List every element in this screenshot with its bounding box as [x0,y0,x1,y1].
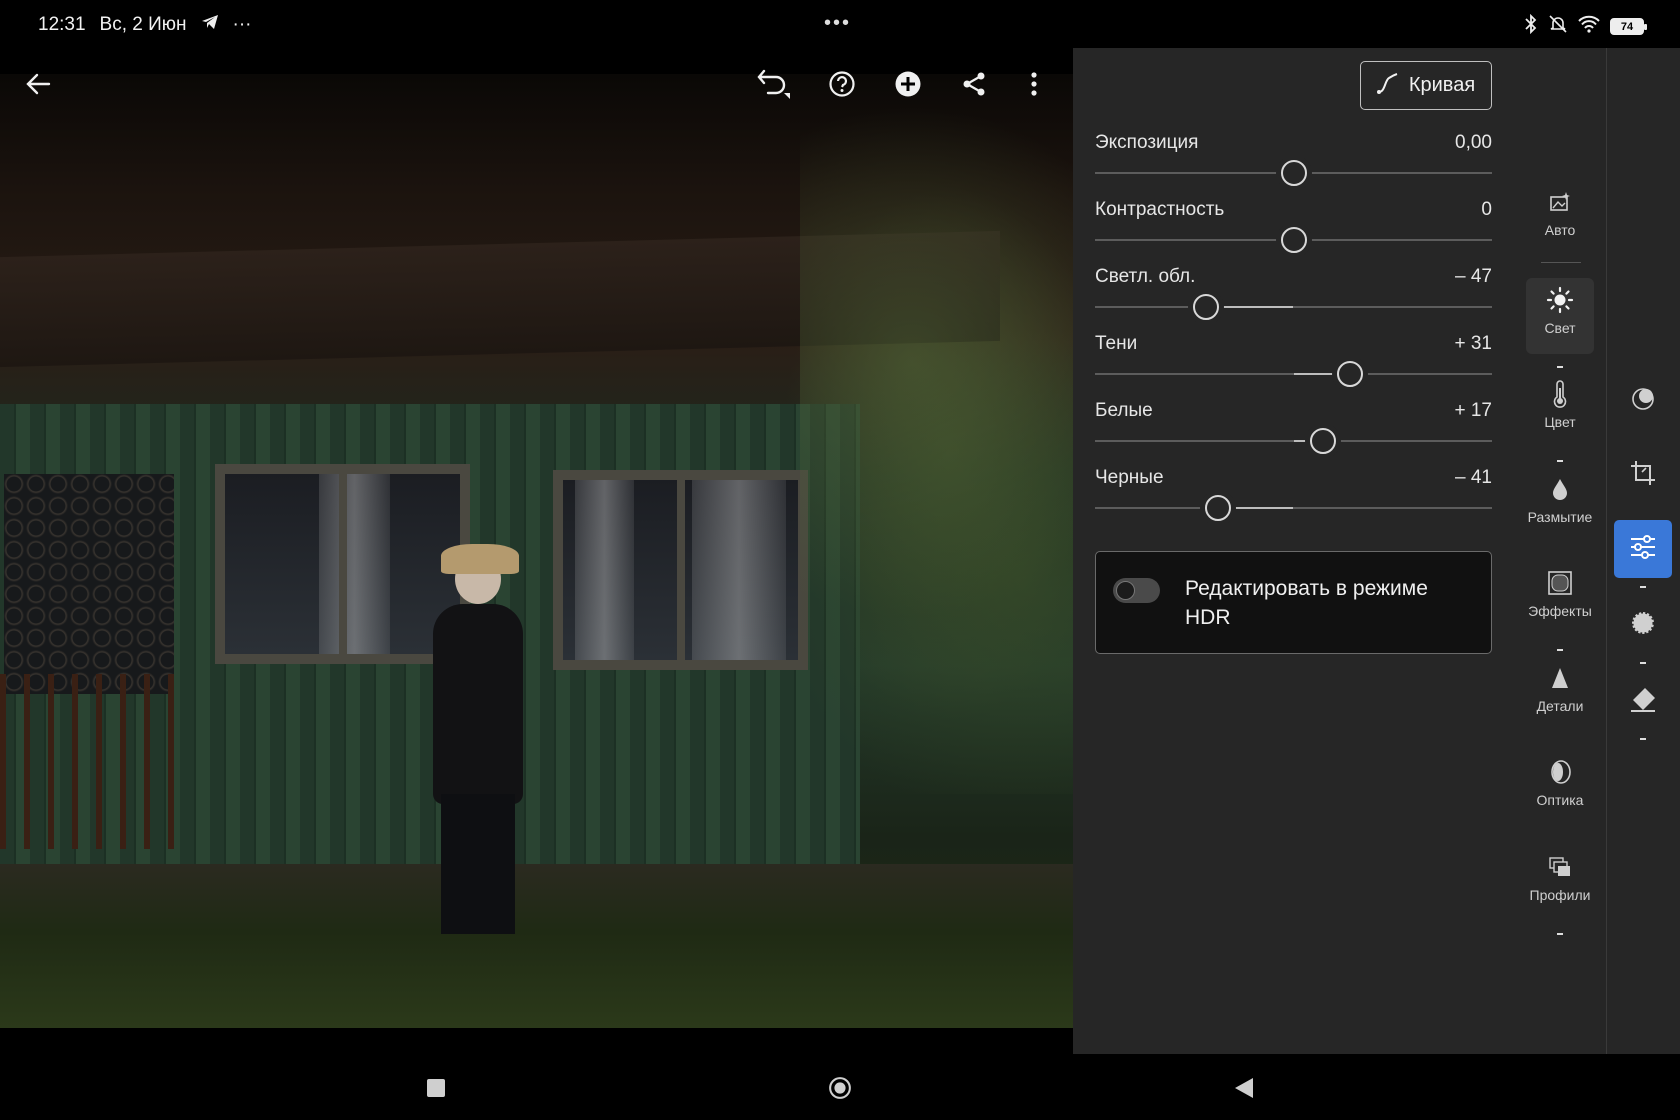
slider-value: + 17 [1454,400,1492,421]
category-optics[interactable]: Оптика [1526,750,1594,826]
category-label: Эффекты [1528,603,1592,619]
slider-knob[interactable] [1205,495,1232,521]
triangle-icon [1550,664,1570,692]
hdr-label: Редактировать в режиме HDR [1185,577,1428,629]
category-profiles[interactable]: Профили [1526,845,1594,935]
curve-icon [1376,72,1399,100]
profiles-icon [1548,853,1572,881]
effects-icon [1547,569,1573,597]
curve-button[interactable]: Кривая [1360,61,1492,110]
slider-label: Экспозиция [1095,132,1199,153]
slider-knob[interactable] [1310,428,1337,454]
slider-highlights[interactable]: Светл. обл. – 47 [1095,266,1492,326]
auto-icon [1549,188,1571,216]
slider-label: Контрастность [1095,199,1225,220]
back-triangle-icon[interactable] [1232,1076,1256,1100]
photo-canvas[interactable] [0,74,1073,1028]
undo-icon[interactable] [752,62,796,106]
eraser-icon [1629,686,1657,717]
category-label: Размытие [1527,509,1593,525]
recents-square-icon[interactable] [424,1076,448,1100]
slider-knob[interactable] [1280,160,1307,186]
category-label: Детали [1536,698,1584,714]
telegram-icon [201,14,219,36]
slider-value: 0 [1481,199,1492,220]
status-time: 12:31 [38,14,86,35]
battery-icon: 74 [1610,18,1647,35]
category-auto[interactable]: Авто [1526,180,1594,256]
slider-contrast[interactable]: Контрастность 0 [1095,199,1492,259]
photo-ground [0,864,1073,1028]
category-blur[interactable]: Размытие [1526,467,1594,543]
android-nav-bar [0,1054,1680,1120]
category-detail[interactable]: Детали [1526,656,1594,732]
slider-knob[interactable] [1193,294,1220,320]
share-icon[interactable] [952,62,996,106]
category-label: Оптика [1536,792,1584,808]
photo-lattice-window [4,474,174,694]
category-label: Свет [1544,320,1576,336]
sun-icon [1546,286,1574,314]
photo-railing [0,674,185,849]
slider-value: + 31 [1454,333,1492,354]
wifi-icon [1578,15,1600,38]
photo-person [415,544,535,944]
tool-presets[interactable] [1614,596,1672,664]
category-separator [1541,262,1581,263]
sliders-icon [1629,534,1657,564]
category-color[interactable]: Цвет [1526,372,1594,462]
bluetooth-icon [1524,13,1538,39]
tools-rail [1606,48,1680,1054]
slider-shadows[interactable]: Тени + 31 [1095,333,1492,393]
home-circle-icon[interactable] [828,1076,852,1100]
multitask-dots[interactable]: ••• [824,12,851,35]
crop-icon [1630,460,1656,491]
photo-window-right [553,470,808,670]
slider-value: – 47 [1455,266,1492,287]
slider-knob[interactable] [1280,227,1307,253]
category-label: Цвет [1544,414,1576,430]
status-more: ··· [232,14,252,35]
tool-crop[interactable] [1614,446,1672,504]
lens-icon [1548,758,1572,786]
slider-label: Тени [1095,333,1138,354]
slider-exposure[interactable]: Экспозиция 0,00 [1095,132,1492,192]
slider-knob[interactable] [1337,361,1364,387]
hdr-edit-card[interactable]: Редактировать в режиме HDR [1095,551,1492,654]
category-light[interactable]: Свет [1526,278,1594,368]
slider-value: 0,00 [1455,132,1492,153]
more-vert-icon[interactable] [1012,62,1056,106]
category-label: Авто [1544,222,1576,238]
slider-label: Черные [1095,467,1164,488]
masking-icon [1630,386,1656,417]
tool-masking[interactable] [1614,372,1672,430]
curve-label: Кривая [1408,74,1476,96]
category-label: Профили [1529,887,1591,903]
slider-label: Светл. обл. [1095,266,1196,287]
slider-value: – 41 [1455,467,1492,488]
add-circle-icon[interactable] [886,62,930,106]
tool-healing[interactable] [1614,672,1672,740]
slider-blacks[interactable]: Черные – 41 [1095,467,1492,527]
photo-tree [800,74,1073,794]
slider-whites[interactable]: Белые + 17 [1095,400,1492,460]
slider-label: Белые [1095,400,1153,421]
mute-bell-icon [1548,14,1568,39]
tool-edit[interactable] [1614,520,1672,588]
status-date: Вс, 2 Июн [99,14,187,35]
help-icon[interactable] [820,62,864,106]
status-bar: 12:31 Вс, 2 Июн ··· ••• 74 [0,0,1680,50]
hdr-toggle[interactable] [1113,578,1160,603]
category-effects[interactable]: Эффекты [1526,561,1594,651]
back-arrow-icon[interactable] [16,62,60,106]
drop-icon [1551,475,1569,503]
thermometer-icon [1552,380,1568,408]
presets-icon [1629,609,1657,642]
top-toolbar [0,62,1073,112]
